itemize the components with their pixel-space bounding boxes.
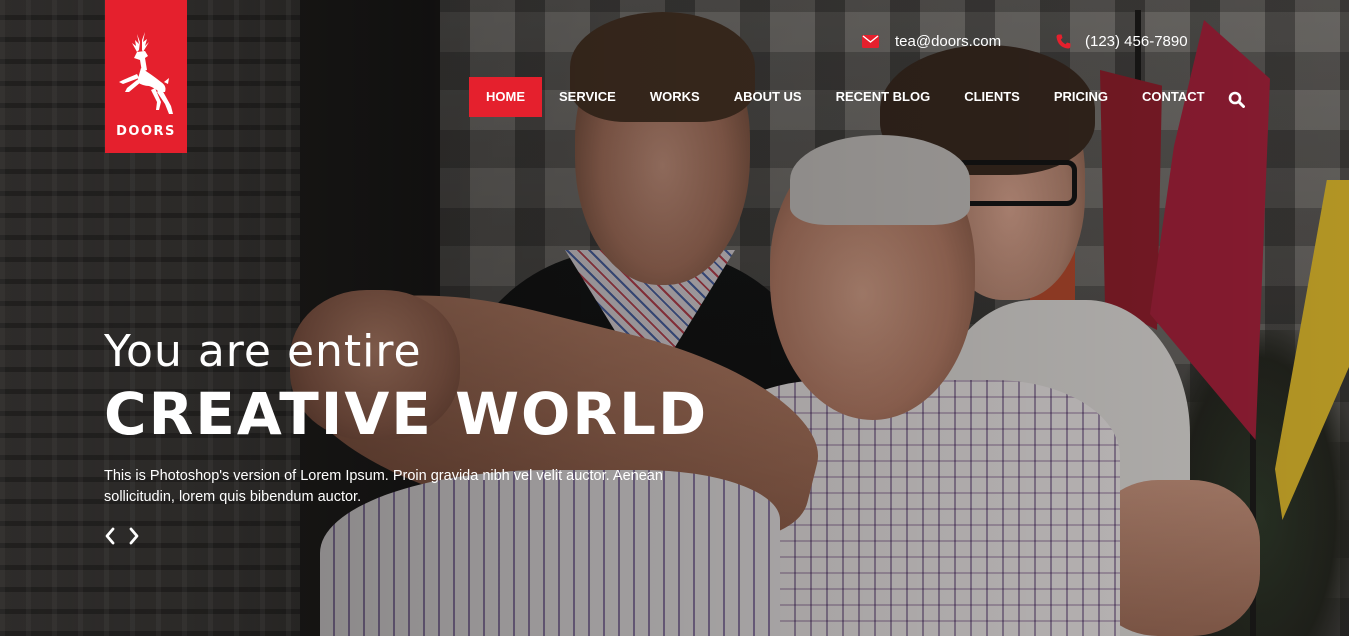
slider-prev-button[interactable] [104,527,116,545]
slider-controls [104,527,140,545]
search-icon [1228,91,1245,108]
deer-icon [119,32,173,114]
slider-next-button[interactable] [128,527,140,545]
nav-item-service[interactable]: SERVICE [542,77,633,117]
phone-text[interactable]: (123) 456-7890 [1085,33,1188,50]
hero-subtitle: You are entire [104,326,422,377]
brand-name: DOORS [116,124,176,139]
nav-item-pricing[interactable]: PRICING [1037,77,1125,117]
main-navigation: HOME SERVICE WORKS ABOUT US RECENT BLOG … [469,77,1222,117]
email-text[interactable]: tea@doors.com [895,33,1001,50]
nav-item-recent-blog[interactable]: RECENT BLOG [819,77,948,117]
nav-item-clients[interactable]: CLIENTS [947,77,1037,117]
nav-item-about-us[interactable]: ABOUT US [717,77,819,117]
search-button[interactable] [1228,91,1245,113]
chevron-left-icon [105,527,115,545]
phone-icon [1056,34,1071,49]
contact-email[interactable]: tea@doors.com [862,33,1001,50]
nav-item-contact[interactable]: CONTACT [1125,77,1222,117]
contact-phone[interactable]: (123) 456-7890 [1056,33,1188,50]
chevron-right-icon [129,527,139,545]
nav-item-works[interactable]: WORKS [633,77,717,117]
hero-description: This is Photoshop's version of Lorem Ips… [104,468,663,505]
nav-item-home[interactable]: HOME [469,77,542,117]
brand-logo[interactable]: DOORS [105,0,187,153]
hero-title: CREATIVE WORLD [104,380,709,448]
envelope-icon [862,35,879,48]
